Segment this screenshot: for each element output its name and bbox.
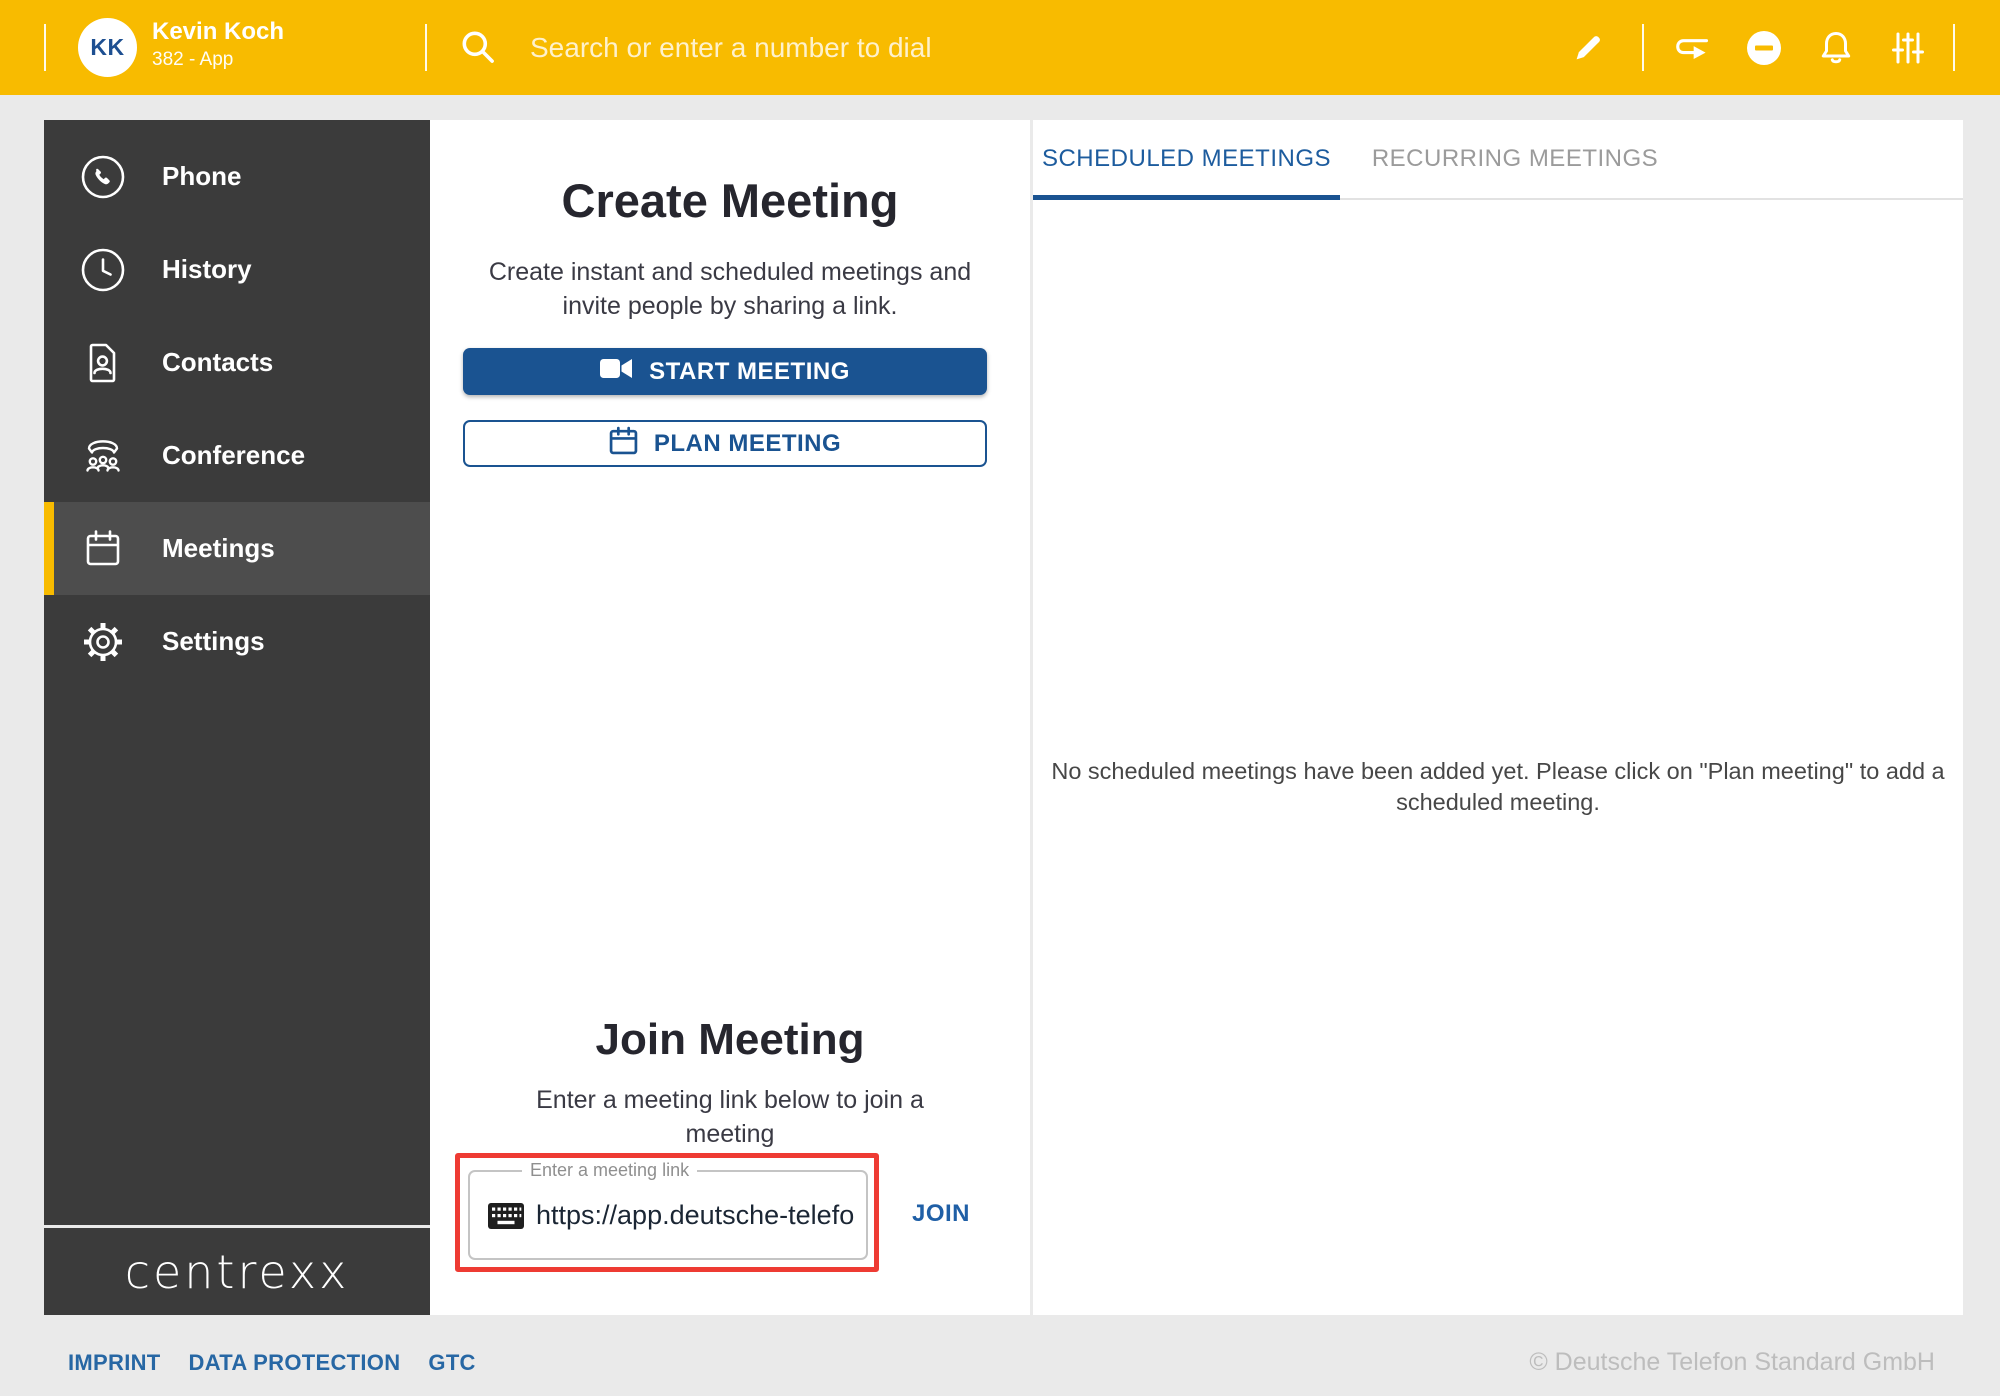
history-icon bbox=[80, 247, 126, 293]
create-meeting-subtitle: Create instant and scheduled meetings an… bbox=[475, 255, 985, 323]
tab-scheduled-meetings[interactable]: SCHEDULED MEETINGS bbox=[1033, 120, 1340, 198]
footer-links: IMPRINT DATA PROTECTION GTC bbox=[68, 1350, 476, 1376]
conference-icon bbox=[80, 433, 126, 479]
calendar-icon bbox=[609, 426, 638, 462]
sidebar-item-label: Settings bbox=[162, 626, 265, 657]
keyboard-icon bbox=[488, 1203, 524, 1234]
sidebar-item-label: Conference bbox=[162, 440, 305, 471]
join-meeting-subtitle: Enter a meeting link below to join a mee… bbox=[500, 1083, 960, 1151]
edit-icon[interactable] bbox=[1566, 26, 1610, 70]
sidebar-item-label: Meetings bbox=[162, 533, 275, 564]
user-name: Kevin Koch bbox=[152, 19, 284, 45]
centrexx-app-window: KK Kevin Koch 382 - App bbox=[0, 0, 2000, 1396]
sidebar-nav: Phone History bbox=[44, 120, 430, 1225]
copyright-text: © Deutsche Telefon Standard GmbH bbox=[1529, 1348, 1935, 1377]
create-meeting-title: Create Meeting bbox=[430, 173, 1030, 228]
join-button[interactable]: JOIN bbox=[912, 1200, 970, 1228]
sidebar: Phone History bbox=[44, 120, 430, 1315]
meetings-tabs: SCHEDULED MEETINGS RECURRING MEETINGS bbox=[1033, 120, 1963, 200]
meeting-link-field[interactable]: Enter a meeting link bbox=[468, 1170, 868, 1260]
logo-box: centrexx bbox=[44, 1228, 430, 1315]
topbar-divider bbox=[425, 24, 427, 71]
tab-recurring-meetings[interactable]: RECURRING MEETINGS bbox=[1340, 120, 1690, 198]
topbar-divider bbox=[1953, 24, 1955, 71]
sidebar-item-meetings[interactable]: Meetings bbox=[44, 502, 430, 595]
meeting-link-input[interactable] bbox=[534, 1174, 864, 1256]
sidebar-item-settings[interactable]: Settings bbox=[44, 595, 430, 688]
topbar-divider bbox=[44, 24, 46, 71]
user-info: Kevin Koch 382 - App bbox=[152, 19, 284, 71]
sidebar-item-history[interactable]: History bbox=[44, 223, 430, 316]
sidebar-item-label: Contacts bbox=[162, 347, 273, 378]
meetings-icon bbox=[80, 526, 126, 572]
start-meeting-label: START MEETING bbox=[649, 358, 850, 386]
search-icon[interactable] bbox=[458, 27, 500, 74]
start-meeting-button[interactable]: START MEETING bbox=[463, 348, 987, 395]
join-meeting-title: Join Meeting bbox=[430, 1015, 1030, 1065]
sidebar-item-phone[interactable]: Phone bbox=[44, 130, 430, 223]
empty-state-message: No scheduled meetings have been added ye… bbox=[1043, 756, 1953, 818]
sidebar-item-label: Phone bbox=[162, 161, 241, 192]
search-input[interactable] bbox=[528, 16, 1392, 80]
user-extension: 382 - App bbox=[152, 49, 284, 71]
sidebar-item-conference[interactable]: Conference bbox=[44, 409, 430, 502]
sidebar-item-contacts[interactable]: Contacts bbox=[44, 316, 430, 409]
do-not-disturb-icon[interactable] bbox=[1742, 26, 1786, 70]
audio-settings-icon[interactable] bbox=[1886, 26, 1930, 70]
avatar[interactable]: KK bbox=[78, 18, 137, 77]
avatar-initials: KK bbox=[90, 34, 124, 61]
call-forward-icon[interactable] bbox=[1668, 26, 1712, 70]
imprint-link[interactable]: IMPRINT bbox=[68, 1350, 161, 1376]
top-bar: KK Kevin Koch 382 - App bbox=[0, 0, 2000, 95]
gtc-link[interactable]: GTC bbox=[428, 1350, 475, 1376]
contacts-icon bbox=[80, 340, 126, 386]
sidebar-item-label: History bbox=[162, 254, 252, 285]
topbar-divider bbox=[1642, 24, 1644, 71]
meeting-actions-panel: Create Meeting Create instant and schedu… bbox=[430, 120, 1030, 1315]
annotation-highlight-box: Enter a meeting link bbox=[455, 1153, 879, 1272]
meetings-list-panel: SCHEDULED MEETINGS RECURRING MEETINGS No… bbox=[1033, 120, 1963, 1315]
notifications-icon[interactable] bbox=[1814, 26, 1858, 70]
plan-meeting-label: PLAN MEETING bbox=[654, 430, 841, 458]
plan-meeting-button[interactable]: PLAN MEETING bbox=[463, 420, 987, 467]
videocam-icon bbox=[600, 357, 633, 387]
centrexx-logo: centrexx bbox=[125, 1245, 350, 1299]
phone-icon bbox=[80, 154, 126, 200]
data-protection-link[interactable]: DATA PROTECTION bbox=[189, 1350, 401, 1376]
settings-icon bbox=[80, 619, 126, 665]
